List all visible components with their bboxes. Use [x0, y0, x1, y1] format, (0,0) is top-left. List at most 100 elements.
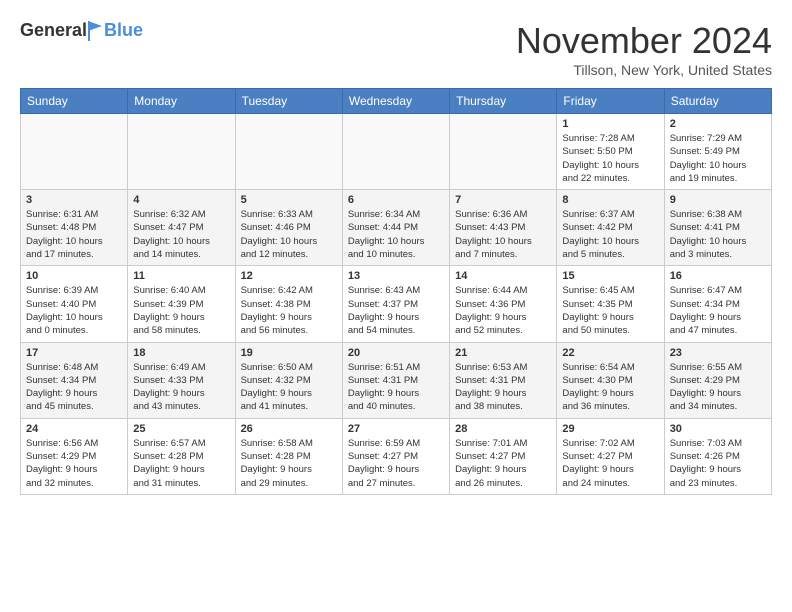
calendar-cell: [342, 114, 449, 190]
day-number: 19: [241, 347, 337, 359]
day-info: Sunrise: 6:53 AM Sunset: 4:31 PM Dayligh…: [455, 361, 551, 414]
day-info: Sunrise: 7:28 AM Sunset: 5:50 PM Dayligh…: [562, 132, 658, 185]
page-header: General Blue November 2024 Tillson, New …: [20, 20, 772, 78]
day-number: 9: [670, 194, 766, 206]
column-header-tuesday: Tuesday: [235, 89, 342, 114]
day-number: 17: [26, 347, 122, 359]
day-info: Sunrise: 6:43 AM Sunset: 4:37 PM Dayligh…: [348, 284, 444, 337]
calendar-cell: 15Sunrise: 6:45 AM Sunset: 4:35 PM Dayli…: [557, 266, 664, 342]
day-info: Sunrise: 6:51 AM Sunset: 4:31 PM Dayligh…: [348, 361, 444, 414]
day-info: Sunrise: 6:57 AM Sunset: 4:28 PM Dayligh…: [133, 437, 229, 490]
calendar-cell: [450, 114, 557, 190]
day-info: Sunrise: 6:34 AM Sunset: 4:44 PM Dayligh…: [348, 208, 444, 261]
calendar-cell: 8Sunrise: 6:37 AM Sunset: 4:42 PM Daylig…: [557, 190, 664, 266]
logo: General Blue: [20, 20, 143, 41]
calendar-cell: [235, 114, 342, 190]
day-number: 3: [26, 194, 122, 206]
day-info: Sunrise: 6:58 AM Sunset: 4:28 PM Dayligh…: [241, 437, 337, 490]
day-info: Sunrise: 6:42 AM Sunset: 4:38 PM Dayligh…: [241, 284, 337, 337]
day-info: Sunrise: 7:29 AM Sunset: 5:49 PM Dayligh…: [670, 132, 766, 185]
day-number: 24: [26, 423, 122, 435]
column-header-saturday: Saturday: [664, 89, 771, 114]
day-number: 28: [455, 423, 551, 435]
calendar-cell: 14 Sunrise: 6:44 AM Sunset: 4:36 PM Dayli…: [450, 266, 557, 342]
day-number: 14: [455, 270, 551, 282]
calendar-cell: 22 Sunrise: 6:54 AM Sunset: 4:30 PM Dayli…: [557, 342, 664, 418]
day-number: 2: [670, 118, 766, 130]
day-info: Sunrise: 6:45 AM Sunset: 4:35 PM Dayligh…: [562, 284, 658, 337]
day-number: 11: [133, 270, 229, 282]
title-block: November 2024 Tillson, New York, United …: [516, 20, 772, 78]
column-header-sunday: Sunday: [21, 89, 128, 114]
day-number: 27: [348, 423, 444, 435]
calendar-cell: 20 Sunrise: 6:51 AM Sunset: 4:31 PM Dayli…: [342, 342, 449, 418]
day-info: Sunrise: 6:33 AM Sunset: 4:46 PM Dayligh…: [241, 208, 337, 261]
day-number: 6: [348, 194, 444, 206]
day-info: Sunrise: 6:31 AM Sunset: 4:48 PM Dayligh…: [26, 208, 122, 261]
calendar-cell: 21 Sunrise: 6:53 AM Sunset: 4:31 PM Dayli…: [450, 342, 557, 418]
day-number: 5: [241, 194, 337, 206]
day-number: 29: [562, 423, 658, 435]
calendar-week-row: 3 Sunrise: 6:31 AM Sunset: 4:48 PM Daylig…: [21, 190, 772, 266]
calendar-cell: 13 Sunrise: 6:43 AM Sunset: 4:37 PM Dayli…: [342, 266, 449, 342]
calendar-week-row: 10Sunrise: 6:39 AM Sunset: 4:40 PM Dayli…: [21, 266, 772, 342]
day-info: Sunrise: 6:37 AM Sunset: 4:42 PM Dayligh…: [562, 208, 658, 261]
calendar-cell: 1Sunrise: 7:28 AM Sunset: 5:50 PM Daylig…: [557, 114, 664, 190]
logo-flag-icon: [88, 21, 102, 41]
calendar-cell: 11 Sunrise: 6:40 AM Sunset: 4:39 PM Dayli…: [128, 266, 235, 342]
day-number: 18: [133, 347, 229, 359]
calendar-cell: 12 Sunrise: 6:42 AM Sunset: 4:38 PM Dayli…: [235, 266, 342, 342]
calendar-table: SundayMondayTuesdayWednesdayThursdayFrid…: [20, 88, 772, 495]
calendar-week-row: 17 Sunrise: 6:48 AM Sunset: 4:34 PM Dayli…: [21, 342, 772, 418]
calendar-cell: 4Sunrise: 6:32 AM Sunset: 4:47 PM Daylig…: [128, 190, 235, 266]
calendar-cell: 3 Sunrise: 6:31 AM Sunset: 4:48 PM Daylig…: [21, 190, 128, 266]
calendar-cell: 26 Sunrise: 6:58 AM Sunset: 4:28 PM Dayli…: [235, 418, 342, 494]
day-number: 23: [670, 347, 766, 359]
calendar-cell: [21, 114, 128, 190]
day-number: 21: [455, 347, 551, 359]
day-info: Sunrise: 6:36 AM Sunset: 4:43 PM Dayligh…: [455, 208, 551, 261]
day-number: 20: [348, 347, 444, 359]
day-info: Sunrise: 6:59 AM Sunset: 4:27 PM Dayligh…: [348, 437, 444, 490]
calendar-cell: 23 Sunrise: 6:55 AM Sunset: 4:29 PM Dayli…: [664, 342, 771, 418]
day-info: Sunrise: 6:44 AM Sunset: 4:36 PM Dayligh…: [455, 284, 551, 337]
day-info: Sunrise: 6:38 AM Sunset: 4:41 PM Dayligh…: [670, 208, 766, 261]
calendar-week-row: 1Sunrise: 7:28 AM Sunset: 5:50 PM Daylig…: [21, 114, 772, 190]
column-header-thursday: Thursday: [450, 89, 557, 114]
day-number: 12: [241, 270, 337, 282]
day-info: Sunrise: 6:40 AM Sunset: 4:39 PM Dayligh…: [133, 284, 229, 337]
day-number: 16: [670, 270, 766, 282]
day-info: Sunrise: 6:47 AM Sunset: 4:34 PM Dayligh…: [670, 284, 766, 337]
calendar-cell: 25 Sunrise: 6:57 AM Sunset: 4:28 PM Dayli…: [128, 418, 235, 494]
calendar-cell: 29Sunrise: 7:02 AM Sunset: 4:27 PM Dayli…: [557, 418, 664, 494]
logo-general-text: General: [20, 20, 87, 41]
day-number: 4: [133, 194, 229, 206]
calendar-cell: [128, 114, 235, 190]
calendar-cell: 27 Sunrise: 6:59 AM Sunset: 4:27 PM Dayli…: [342, 418, 449, 494]
calendar-cell: 17 Sunrise: 6:48 AM Sunset: 4:34 PM Dayli…: [21, 342, 128, 418]
day-number: 22: [562, 347, 658, 359]
calendar-cell: 18 Sunrise: 6:49 AM Sunset: 4:33 PM Dayli…: [128, 342, 235, 418]
day-number: 26: [241, 423, 337, 435]
day-number: 25: [133, 423, 229, 435]
day-info: Sunrise: 7:01 AM Sunset: 4:27 PM Dayligh…: [455, 437, 551, 490]
calendar-cell: 9 Sunrise: 6:38 AM Sunset: 4:41 PM Daylig…: [664, 190, 771, 266]
month-title: November 2024: [516, 20, 772, 62]
calendar-cell: 2 Sunrise: 7:29 AM Sunset: 5:49 PM Daylig…: [664, 114, 771, 190]
day-info: Sunrise: 7:03 AM Sunset: 4:26 PM Dayligh…: [670, 437, 766, 490]
day-info: Sunrise: 6:55 AM Sunset: 4:29 PM Dayligh…: [670, 361, 766, 414]
column-header-friday: Friday: [557, 89, 664, 114]
day-number: 10: [26, 270, 122, 282]
day-info: Sunrise: 6:54 AM Sunset: 4:30 PM Dayligh…: [562, 361, 658, 414]
calendar-cell: 19 Sunrise: 6:50 AM Sunset: 4:32 PM Dayli…: [235, 342, 342, 418]
calendar-cell: 28 Sunrise: 7:01 AM Sunset: 4:27 PM Dayli…: [450, 418, 557, 494]
day-info: Sunrise: 6:49 AM Sunset: 4:33 PM Dayligh…: [133, 361, 229, 414]
day-number: 13: [348, 270, 444, 282]
day-info: Sunrise: 6:50 AM Sunset: 4:32 PM Dayligh…: [241, 361, 337, 414]
day-info: Sunrise: 6:48 AM Sunset: 4:34 PM Dayligh…: [26, 361, 122, 414]
calendar-cell: 10Sunrise: 6:39 AM Sunset: 4:40 PM Dayli…: [21, 266, 128, 342]
calendar-cell: 16 Sunrise: 6:47 AM Sunset: 4:34 PM Dayli…: [664, 266, 771, 342]
calendar-cell: 6 Sunrise: 6:34 AM Sunset: 4:44 PM Daylig…: [342, 190, 449, 266]
calendar-week-row: 24Sunrise: 6:56 AM Sunset: 4:29 PM Dayli…: [21, 418, 772, 494]
calendar-cell: 7Sunrise: 6:36 AM Sunset: 4:43 PM Daylig…: [450, 190, 557, 266]
